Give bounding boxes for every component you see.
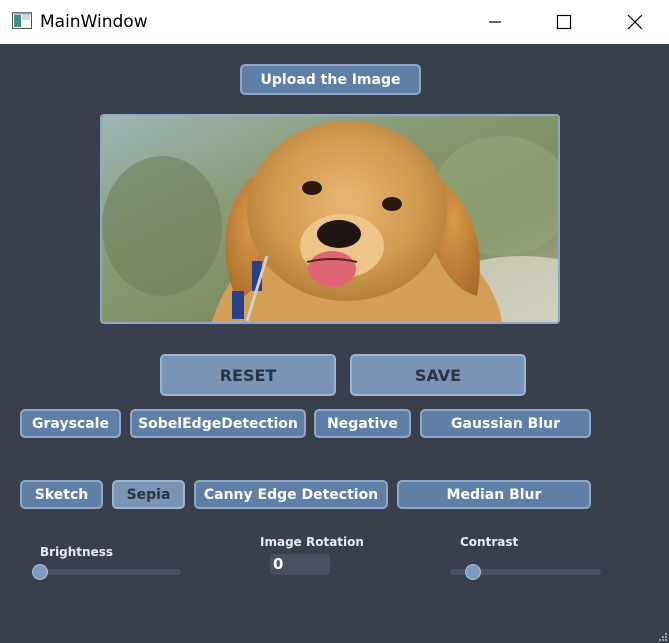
maximize-button[interactable] (541, 0, 587, 44)
resize-grip-icon[interactable] (657, 631, 667, 641)
minimize-icon (489, 21, 501, 23)
window-title: MainWindow (40, 12, 148, 32)
sepia-button[interactable]: Sepia (112, 480, 185, 509)
gaussian-blur-button[interactable]: Gaussian Blur (420, 409, 591, 438)
negative-button[interactable]: Negative (314, 409, 411, 438)
upload-image-button[interactable]: Upload the Image (240, 64, 421, 95)
image-rotation-spinbox[interactable]: 0 (270, 554, 330, 575)
image-rotation-label: Image Rotation (260, 535, 364, 549)
brightness-label: Brightness (40, 545, 114, 559)
contrast-label: Contrast (460, 535, 519, 549)
dog-photo (102, 116, 558, 322)
title-bar: MainWindow (0, 0, 669, 44)
minimize-button[interactable] (472, 0, 518, 44)
grayscale-button[interactable]: Grayscale (20, 409, 121, 438)
median-blur-button[interactable]: Median Blur (397, 480, 591, 509)
close-button[interactable] (612, 0, 658, 44)
close-icon (627, 14, 643, 30)
reset-button[interactable]: RESET (160, 354, 336, 396)
canny-edge-detection-button[interactable]: Canny Edge Detection (194, 480, 388, 509)
image-preview (100, 114, 560, 324)
save-button[interactable]: SAVE (350, 354, 526, 396)
brightness-slider-track[interactable] (32, 569, 181, 575)
main-content: Upload the Image RESET SAVE Grayscale So… (0, 44, 669, 643)
sobel-edge-detection-button[interactable]: SobelEdgeDetection (130, 409, 306, 438)
maximize-icon (556, 14, 572, 30)
app-window-icon (12, 12, 32, 29)
sketch-button[interactable]: Sketch (20, 480, 103, 509)
brightness-slider-handle[interactable] (32, 564, 48, 580)
contrast-slider-handle[interactable] (465, 564, 481, 580)
